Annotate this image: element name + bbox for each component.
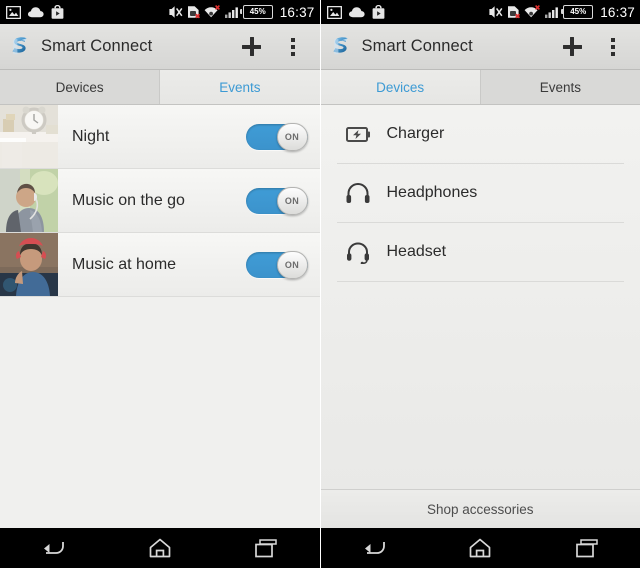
smart-connect-logo bbox=[12, 36, 27, 54]
toggle-state-label: ON bbox=[284, 259, 300, 270]
list-item[interactable]: Charger bbox=[321, 105, 640, 163]
plus-icon bbox=[242, 37, 261, 56]
add-button[interactable] bbox=[233, 25, 271, 69]
image-icon bbox=[6, 5, 21, 19]
nav-back-button[interactable] bbox=[23, 528, 83, 568]
recents-icon bbox=[575, 538, 598, 557]
right-phone-screen: 45% 16:37 Smart Connect Devices Events C… bbox=[320, 0, 640, 568]
plus-icon bbox=[562, 37, 582, 56]
app-title: Smart Connect bbox=[361, 37, 473, 55]
nav-recents-button[interactable] bbox=[557, 528, 617, 568]
clock-label: 16:37 bbox=[279, 4, 315, 20]
battery-indicator: 45% bbox=[240, 5, 273, 19]
battery-indicator: 45% bbox=[560, 5, 594, 19]
nav-home-button[interactable] bbox=[130, 528, 190, 568]
action-bar-buttons bbox=[553, 25, 632, 69]
battery-percent-label: 45% bbox=[249, 7, 266, 16]
tab-devices[interactable]: Devices bbox=[320, 70, 480, 104]
wifi-error-icon bbox=[204, 5, 220, 18]
status-bar-system-icons: 45% 16:37 bbox=[168, 5, 315, 20]
event-name: Music at home bbox=[72, 255, 177, 273]
mute-vibrate-icon bbox=[169, 6, 183, 18]
status-bar: 45% 16:37 bbox=[320, 0, 640, 24]
event-thumbnail-music-at-home bbox=[0, 233, 58, 296]
left-phone-screen: 45% 16:37 Smart Connect Devices Events N… bbox=[0, 0, 321, 568]
status-bar: 45% 16:37 bbox=[0, 0, 320, 24]
event-toggle[interactable]: ON bbox=[245, 122, 308, 151]
toggle-knob: ON bbox=[276, 250, 308, 279]
nav-back-button[interactable] bbox=[344, 528, 404, 568]
android-nav-bar bbox=[320, 528, 640, 568]
play-store-icon bbox=[372, 5, 384, 19]
status-bar-notifications bbox=[326, 5, 385, 19]
toggle-state-label: ON bbox=[284, 195, 300, 206]
action-bar-buttons bbox=[233, 25, 312, 69]
headphones-icon bbox=[345, 180, 371, 206]
shop-accessories-bar[interactable]: Shop accessories bbox=[320, 489, 640, 528]
battery-charging-icon bbox=[345, 121, 371, 147]
overflow-dots-icon bbox=[290, 37, 295, 56]
status-bar-notifications bbox=[6, 5, 64, 19]
tab-bar-right: Devices Events bbox=[320, 70, 640, 105]
cloud-upload-icon bbox=[28, 6, 44, 17]
dual-screenshot: 45% 16:37 Smart Connect Devices Events N… bbox=[0, 0, 640, 568]
list-item[interactable]: Music at home ON bbox=[0, 233, 320, 297]
nav-recents-button[interactable] bbox=[236, 528, 296, 568]
signal-bars-icon bbox=[224, 7, 238, 19]
event-toggle[interactable]: ON bbox=[245, 186, 308, 215]
toggle-state-label: ON bbox=[284, 131, 300, 142]
event-thumbnail-music-on-the-go bbox=[0, 169, 58, 232]
mute-vibrate-icon bbox=[489, 6, 503, 18]
play-store-icon bbox=[51, 5, 64, 19]
event-toggle[interactable]: ON bbox=[245, 250, 308, 279]
devices-list: Charger Headphones Headset bbox=[320, 105, 640, 489]
nav-home-button[interactable] bbox=[450, 528, 510, 568]
tab-devices[interactable]: Devices bbox=[0, 70, 159, 104]
home-icon bbox=[149, 538, 171, 558]
list-item[interactable]: Night ON bbox=[0, 105, 320, 169]
list-divider bbox=[336, 281, 624, 282]
tab-events[interactable]: Events bbox=[479, 70, 640, 104]
cloud-upload-icon bbox=[348, 6, 365, 17]
device-name: Charger bbox=[386, 125, 445, 142]
event-thumbnail-night bbox=[0, 105, 58, 168]
overflow-menu-button[interactable] bbox=[594, 25, 632, 69]
image-icon bbox=[326, 5, 342, 19]
back-icon bbox=[44, 542, 65, 554]
list-item[interactable]: Music on the go ON bbox=[0, 169, 320, 233]
event-name: Music on the go bbox=[72, 191, 185, 209]
smart-connect-logo bbox=[333, 36, 347, 54]
events-list: Night ON Music on the go ON Music at hom… bbox=[0, 105, 320, 528]
add-button[interactable] bbox=[553, 25, 591, 69]
overflow-dots-icon bbox=[611, 37, 615, 56]
battery-percent-label: 45% bbox=[570, 7, 587, 16]
headset-icon bbox=[345, 239, 371, 265]
wifi-error-icon bbox=[524, 5, 541, 18]
app-title: Smart Connect bbox=[41, 37, 153, 55]
action-bar: Smart Connect bbox=[320, 24, 640, 70]
event-name: Night bbox=[72, 127, 110, 145]
list-item[interactable]: Headphones bbox=[321, 164, 640, 222]
sim-card-error-icon bbox=[187, 6, 200, 19]
android-nav-bar bbox=[0, 528, 320, 568]
sim-card-error-icon bbox=[508, 6, 521, 19]
back-icon bbox=[364, 542, 385, 554]
home-icon bbox=[469, 538, 491, 558]
status-bar-system-icons: 45% 16:37 bbox=[488, 5, 635, 20]
shop-accessories-label: Shop accessories bbox=[426, 501, 534, 517]
recents-icon bbox=[255, 538, 277, 557]
device-name: Headphones bbox=[386, 184, 478, 201]
list-item[interactable]: Headset bbox=[321, 223, 640, 281]
toggle-knob: ON bbox=[276, 122, 308, 151]
toggle-knob: ON bbox=[276, 186, 308, 215]
device-name: Headset bbox=[386, 243, 447, 260]
clock-label: 16:37 bbox=[600, 4, 635, 20]
tab-bar-left: Devices Events bbox=[0, 70, 320, 105]
action-bar: Smart Connect bbox=[0, 24, 320, 70]
signal-bars-icon bbox=[545, 7, 559, 19]
overflow-menu-button[interactable] bbox=[274, 25, 312, 69]
tab-events[interactable]: Events bbox=[159, 70, 320, 104]
